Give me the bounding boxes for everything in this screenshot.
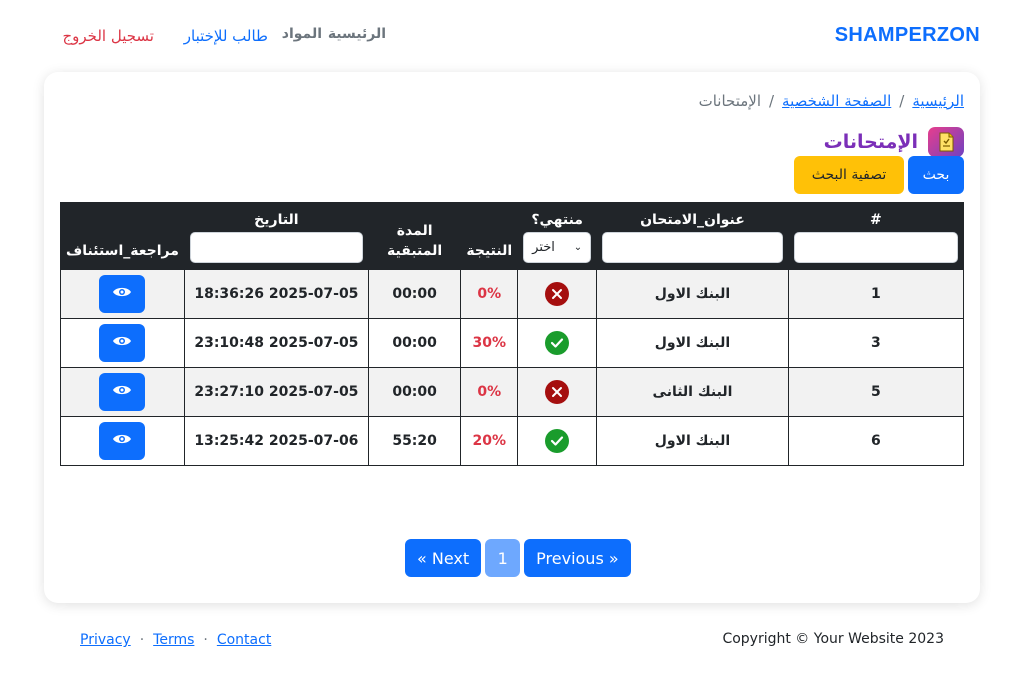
table-header-row: # عنوان_الامتحان منتهي؟ اختر ⌄ النتيجة ا… — [60, 202, 965, 270]
cell-date: 2025-07-05 23:10:48 — [183, 318, 369, 368]
filter-search-button[interactable]: تصفية البحث — [794, 156, 904, 194]
cell-review — [60, 416, 185, 466]
view-review-button[interactable] — [99, 324, 146, 362]
cell-date: 2025-07-05 18:36:26 — [183, 269, 369, 319]
exams-table: # عنوان_الامتحان منتهي؟ اختر ⌄ النتيجة ا… — [60, 202, 965, 466]
header-score-label: النتيجة — [466, 243, 513, 259]
next-page-button[interactable]: « Next — [405, 539, 482, 577]
footer-separator: · — [139, 632, 145, 648]
x-circle-icon — [545, 282, 570, 306]
header-score: النتيجة — [460, 202, 519, 270]
header-title-label: عنوان_الامتحان — [640, 212, 745, 228]
pagination: « Next 1 Previous » — [405, 539, 631, 577]
table-row: 5 البنك الثانى 0% 00:00 2025-07-05 23:27… — [60, 367, 965, 417]
breadcrumb-separator: / — [768, 92, 775, 110]
view-review-button[interactable] — [99, 422, 146, 460]
cell-review — [60, 318, 185, 368]
table-row: 6 البنك الاول 20% 55:20 2025-07-06 13:25… — [60, 416, 965, 466]
nav-logout-link[interactable]: تسجيل الخروج — [62, 27, 154, 45]
cell-id: 3 — [787, 318, 965, 368]
breadcrumb: الرئيسية / الصفحة الشخصية / الإمتحانات — [699, 92, 964, 110]
previous-page-button[interactable]: Previous » — [524, 539, 631, 577]
cell-id: 5 — [787, 367, 965, 417]
header-ended-label: منتهي؟ — [531, 212, 583, 228]
header-duration: المدة المتبقية — [367, 202, 462, 270]
breadcrumb-current: الإمتحانات — [698, 92, 761, 110]
cell-ended — [517, 416, 598, 466]
nav-student-exam-link[interactable]: طالب للإختبار — [184, 27, 268, 45]
eye-icon — [112, 285, 132, 303]
header-duration-label-1: المدة — [396, 223, 433, 239]
cell-id: 6 — [787, 416, 965, 466]
date-filter-input[interactable] — [189, 232, 363, 263]
view-review-button[interactable] — [99, 373, 146, 411]
search-button[interactable]: بحث — [908, 156, 964, 194]
cell-duration: 00:00 — [367, 318, 462, 368]
breadcrumb-profile-link[interactable]: الصفحة الشخصية — [782, 92, 891, 110]
ended-select-value: اختر — [532, 240, 555, 255]
header-review: مراجعة_استئناف — [60, 202, 185, 270]
exams-table-wrapper: # عنوان_الامتحان منتهي؟ اختر ⌄ النتيجة ا… — [60, 202, 965, 466]
cell-ended — [517, 367, 598, 417]
breadcrumb-home-link[interactable]: الرئيسية — [912, 92, 964, 110]
exam-document-icon — [928, 127, 964, 157]
cell-review — [60, 269, 185, 319]
check-circle-icon — [545, 331, 570, 355]
footer-contact-link[interactable]: Contact — [217, 632, 271, 648]
footer-privacy-link[interactable]: Privacy — [80, 632, 131, 648]
cell-review — [60, 367, 185, 417]
eye-icon — [112, 383, 132, 401]
cell-score: 30% — [460, 318, 519, 368]
table-row: 1 البنك الاول 0% 00:00 2025-07-05 18:36:… — [60, 269, 965, 319]
footer-separator: · — [203, 632, 208, 648]
cell-score: 20% — [460, 416, 519, 466]
nav-subjects-link[interactable]: المواد — [282, 26, 322, 42]
cell-date: 2025-07-05 23:27:10 — [183, 367, 369, 417]
cell-ended — [517, 318, 598, 368]
header-id: # — [787, 202, 965, 270]
table-row: 3 البنك الاول 30% 00:00 2025-07-05 23:10… — [60, 318, 965, 368]
header-duration-label-2: المتبقية — [387, 243, 443, 259]
cell-duration: 00:00 — [367, 269, 462, 319]
header-ended: منتهي؟ اختر ⌄ — [517, 202, 598, 270]
cell-score: 0% — [460, 367, 519, 417]
id-filter-input[interactable] — [793, 232, 958, 263]
cell-score: 0% — [460, 269, 519, 319]
eye-icon — [112, 432, 132, 450]
chevron-down-icon: ⌄ — [573, 242, 583, 253]
header-date: التاريخ — [183, 202, 369, 270]
cell-title: البنك الاول — [596, 269, 789, 319]
title-filter-input[interactable] — [602, 232, 783, 263]
cell-duration: 55:20 — [367, 416, 462, 466]
exams-card: الرئيسية / الصفحة الشخصية / الإمتحانات ا… — [44, 72, 980, 603]
header-id-label: # — [870, 212, 882, 228]
header-date-label: التاريخ — [254, 212, 299, 228]
cell-title: البنك الاول — [596, 318, 789, 368]
header-review-label: مراجعة_استئناف — [66, 243, 179, 259]
breadcrumb-separator: / — [899, 92, 905, 110]
footer-copyright: Copyright © Your Website 2023 — [722, 631, 944, 647]
section-header: الإمتحانات — [824, 127, 964, 157]
eye-icon — [112, 334, 132, 352]
cell-ended — [517, 269, 598, 319]
x-circle-icon — [545, 380, 570, 404]
brand-logo[interactable]: SHAMPERZON — [835, 24, 980, 47]
cell-title: البنك الثانى — [596, 367, 789, 417]
nav-home-link[interactable]: الرئيسية — [328, 26, 386, 42]
check-circle-icon — [545, 429, 570, 453]
cell-id: 1 — [787, 269, 965, 319]
cell-title: البنك الاول — [596, 416, 789, 466]
cell-date: 2025-07-06 13:25:42 — [183, 416, 369, 466]
top-navbar: SHAMPERZON الرئيسية المواد طالب للإختبار… — [0, 0, 1024, 72]
page-title: الإمتحانات — [823, 131, 918, 153]
ended-filter-select[interactable]: اختر ⌄ — [523, 232, 592, 263]
header-title: عنوان_الامتحان — [596, 202, 789, 270]
view-review-button[interactable] — [99, 275, 146, 313]
cell-duration: 00:00 — [367, 367, 462, 417]
footer-links: Privacy · Terms · Contact — [80, 632, 271, 648]
current-page-button[interactable]: 1 — [485, 539, 521, 577]
footer-terms-link[interactable]: Terms — [153, 632, 194, 648]
